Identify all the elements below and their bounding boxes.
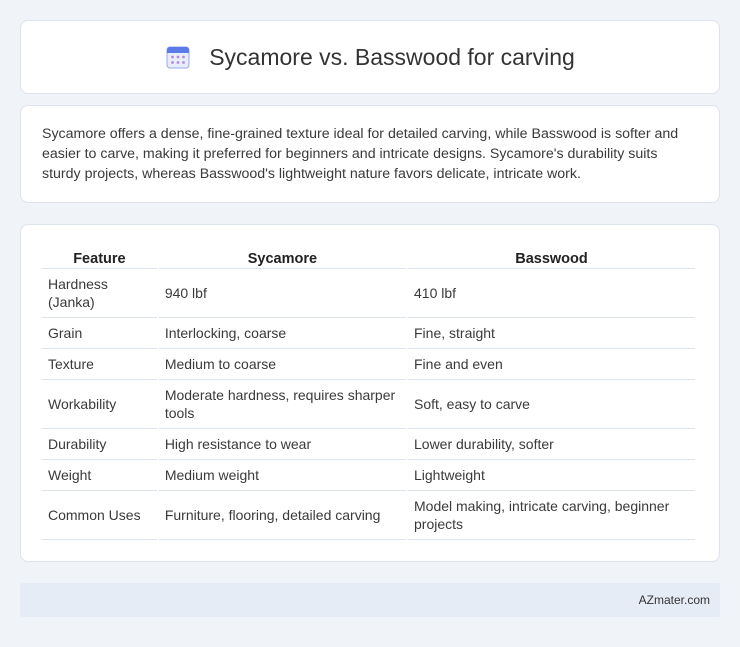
table-row: Grain Interlocking, coarse Fine, straigh…: [42, 318, 695, 349]
cell-feature: Hardness (Janka): [42, 269, 157, 318]
header-sycamore: Sycamore: [158, 245, 406, 269]
summary-card: Sycamore offers a dense, fine-grained te…: [20, 105, 720, 203]
cell-sycamore: Moderate hardness, requires sharper tool…: [158, 380, 406, 429]
cell-sycamore: 940 lbf: [158, 269, 406, 318]
header-card: Sycamore vs. Basswood for carving: [20, 20, 720, 94]
cell-feature: Durability: [42, 429, 157, 460]
cell-sycamore: Medium weight: [158, 460, 406, 491]
table-row: Weight Medium weight Lightweight: [42, 460, 695, 491]
cell-basswood: Soft, easy to carve: [408, 380, 695, 429]
cell-basswood: Model making, intricate carving, beginne…: [408, 491, 695, 540]
table-header-row: Feature Sycamore Basswood: [42, 245, 695, 269]
table-row: Durability High resistance to wear Lower…: [42, 429, 695, 460]
cell-basswood: Lightweight: [408, 460, 695, 491]
cell-basswood: Lower durability, softer: [408, 429, 695, 460]
cell-feature: Weight: [42, 460, 157, 491]
cell-basswood: Fine, straight: [408, 318, 695, 349]
footer-bar: AZmater.com: [20, 583, 720, 617]
title-wrap: Sycamore vs. Basswood for carving: [165, 44, 575, 71]
calendar-icon: [165, 44, 191, 70]
table-row: Texture Medium to coarse Fine and even: [42, 349, 695, 380]
cell-feature: Grain: [42, 318, 157, 349]
comparison-table: Feature Sycamore Basswood Hardness (Jank…: [40, 245, 697, 540]
cell-sycamore: Medium to coarse: [158, 349, 406, 380]
summary-text: Sycamore offers a dense, fine-grained te…: [42, 126, 679, 182]
table-row: Hardness (Janka) 940 lbf 410 lbf: [42, 269, 695, 318]
cell-basswood: Fine and even: [408, 349, 695, 380]
cell-sycamore: Furniture, flooring, detailed carving: [158, 491, 406, 540]
cell-sycamore: Interlocking, coarse: [158, 318, 406, 349]
table-row: Common Uses Furniture, flooring, detaile…: [42, 491, 695, 540]
cell-sycamore: High resistance to wear: [158, 429, 406, 460]
table-card: Feature Sycamore Basswood Hardness (Jank…: [20, 224, 720, 562]
cell-basswood: 410 lbf: [408, 269, 695, 318]
header-basswood: Basswood: [408, 245, 695, 269]
cell-feature: Workability: [42, 380, 157, 429]
header-feature: Feature: [42, 245, 157, 269]
table-row: Workability Moderate hardness, requires …: [42, 380, 695, 429]
cell-feature: Texture: [42, 349, 157, 380]
footer-site-link[interactable]: AZmater.com: [639, 593, 710, 607]
page-title: Sycamore vs. Basswood for carving: [209, 43, 575, 70]
cell-feature: Common Uses: [42, 491, 157, 540]
